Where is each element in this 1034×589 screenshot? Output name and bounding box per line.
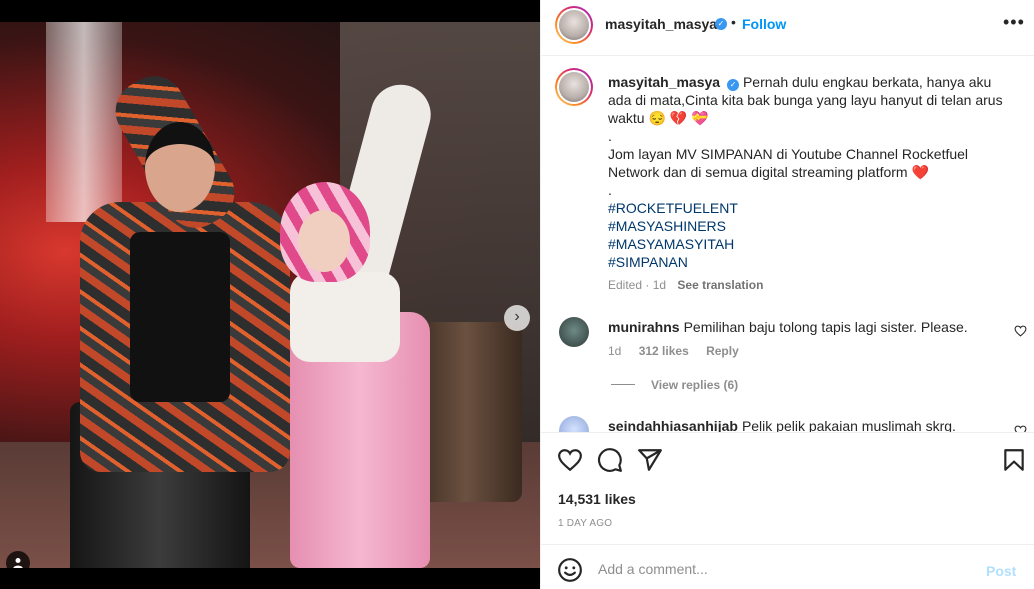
view-replies-label: View replies (6)	[651, 378, 739, 392]
see-translation-link[interactable]: See translation	[677, 278, 763, 292]
view-replies-button[interactable]: View replies (6)	[611, 378, 738, 392]
comment-like-heart-icon[interactable]	[1014, 425, 1027, 432]
comment-username[interactable]: munirahns	[608, 319, 680, 335]
caption-avatar[interactable]	[555, 68, 593, 106]
user-tag-icon	[13, 558, 23, 568]
post-sidebar: masyitah_masya ✓ • Follow ••• masyitah_m…	[540, 0, 1034, 589]
caption-meta: Edited · 1d See translation	[608, 278, 763, 292]
comment-text: munirahns Pemilihan baju tolong tapis lag…	[608, 318, 988, 336]
caption-line: .	[608, 128, 612, 144]
comment-username[interactable]: seindahhiasanhijab	[608, 418, 738, 432]
hashtag-link[interactable]: #MASYASHINERS	[608, 217, 1018, 235]
comment-likes[interactable]: 312 likes	[639, 344, 689, 358]
share-icon[interactable]	[637, 447, 663, 473]
comment-like-heart-icon[interactable]	[1014, 325, 1027, 337]
header-separator: •	[731, 14, 736, 30]
photo-person-right	[270, 77, 470, 568]
comments-scroll-area[interactable]: masyitah_masya ✓ Pernah dulu engkau berka…	[541, 56, 1034, 432]
post-comment-button[interactable]: Post	[986, 563, 1016, 579]
photo-person-left	[70, 65, 300, 568]
comment-body: Pelik pelik pakaian muslimah skrg.	[741, 418, 956, 432]
verified-badge-icon: ✓	[727, 79, 740, 91]
bookmark-icon[interactable]	[1001, 447, 1027, 473]
likes-count[interactable]: 14,531 likes	[558, 491, 636, 507]
follow-button[interactable]: Follow	[742, 16, 786, 32]
verified-badge-icon: ✓	[715, 18, 727, 30]
comment-icon[interactable]	[597, 447, 623, 473]
post-header: masyitah_masya ✓ • Follow •••	[541, 0, 1034, 56]
hashtag-link[interactable]: #SIMPANAN	[608, 253, 1018, 271]
comment-avatar[interactable]	[559, 416, 589, 432]
author-username[interactable]: masyitah_masya	[605, 16, 717, 32]
comment-composer: Post	[541, 544, 1034, 589]
caption-line: Jom layan MV SIMPANAN di Youtube Channel…	[608, 146, 969, 180]
author-avatar[interactable]	[555, 6, 593, 44]
replies-line	[611, 384, 635, 385]
heart-icon[interactable]	[557, 447, 583, 473]
reply-button[interactable]: Reply	[706, 344, 739, 358]
user-tag-button[interactable]	[6, 551, 30, 568]
emoji-icon[interactable]	[557, 557, 583, 583]
comment-meta: 1d 312 likes Reply	[608, 344, 753, 358]
hashtag-link[interactable]: #ROCKETFUELENT	[608, 199, 1018, 217]
post-image[interactable]: ›	[0, 22, 540, 568]
post-timestamp: 1 DAY AGO	[558, 518, 613, 529]
hashtag-link[interactable]: #MASYAMASYITAH	[608, 235, 1018, 253]
caption-line: .	[608, 182, 612, 198]
more-icon[interactable]: •••	[1003, 12, 1025, 33]
comment-input[interactable]	[598, 559, 958, 579]
caption-username[interactable]: masyitah_masya	[608, 74, 720, 90]
comment-text: seindahhiasanhijab Pelik pelik pakaian mu…	[608, 417, 988, 432]
caption: masyitah_masya ✓ Pernah dulu engkau berka…	[608, 73, 1018, 271]
chevron-right-icon: ›	[514, 308, 520, 325]
comment-age: 1d	[608, 344, 622, 358]
edited-label: Edited · 1d	[608, 278, 667, 292]
post-actions: 14,531 likes 1 DAY AGO	[541, 432, 1034, 544]
post-modal: › masyitah_masya ✓ • Follow ••• masyitah…	[0, 0, 1034, 589]
comment-body: Pemilihan baju tolong tapis lagi sister.…	[683, 319, 968, 335]
next-image-button[interactable]: ›	[504, 305, 530, 331]
comment-avatar[interactable]	[559, 317, 589, 347]
